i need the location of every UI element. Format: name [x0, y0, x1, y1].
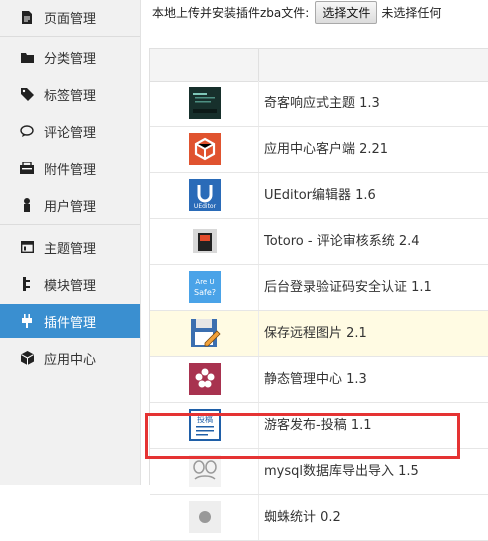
are-you-safe-icon: Are U Safe?	[189, 271, 221, 303]
sidebar-item-label: 模块管理	[44, 278, 97, 294]
table-row: UEditor UEditor编辑器 1.6	[150, 173, 488, 219]
column-divider	[258, 127, 259, 172]
column-divider	[258, 173, 259, 218]
plugin-name: 奇客响应式主题 1.3	[264, 96, 380, 111]
sidebar-item-comments[interactable]: 评论管理	[0, 114, 140, 148]
ueditor-icon: UEditor	[189, 179, 221, 211]
table-row: 保存远程图片 2.1	[150, 311, 488, 357]
sidebar-item-label: 标签管理	[44, 88, 97, 104]
sidebar-item-label: 附件管理	[44, 162, 97, 178]
sidebar-item-users[interactable]: 用户管理	[0, 188, 140, 222]
plugin-name: 后台登录验证码安全认证 1.1	[264, 280, 432, 295]
plugin-name: Totoro - 评论审核系统 2.4	[264, 234, 420, 249]
sidebar-item-app-center[interactable]: 应用中心	[0, 341, 140, 375]
user-icon	[20, 198, 34, 212]
table-row: Are U Safe? 后台登录验证码安全认证 1.1	[150, 265, 488, 311]
sidebar-item-modules[interactable]: 模块管理	[0, 267, 140, 301]
folder-icon	[20, 50, 34, 64]
plugin-icon	[20, 314, 34, 328]
highlight-annotation-box	[145, 413, 460, 459]
sidebar-item-label: 插件管理	[44, 315, 97, 331]
save-remote-image-icon	[189, 317, 221, 349]
plugin-name: 蜘蛛统计 0.2	[264, 510, 341, 525]
sidebar-item-label: 用户管理	[44, 199, 97, 215]
svg-text:Safe?: Safe?	[194, 288, 216, 297]
table-row: 奇客响应式主题 1.3	[150, 81, 488, 127]
attachment-icon	[20, 161, 34, 175]
column-divider	[258, 219, 259, 264]
sidebar-item-pages[interactable]: 页面管理	[0, 0, 140, 34]
totoro-icon	[189, 225, 221, 257]
sidebar-item-categories[interactable]: 分类管理	[0, 40, 140, 74]
svg-text:Are U: Are U	[195, 278, 214, 286]
sidebar-item-plugins[interactable]: 插件管理	[0, 304, 140, 338]
tag-icon	[20, 87, 34, 101]
column-divider	[258, 49, 259, 81]
column-divider	[258, 265, 259, 310]
column-divider	[258, 311, 259, 356]
plugin-name: 静态管理中心 1.3	[264, 372, 367, 387]
choose-file-button[interactable]: 选择文件	[315, 1, 378, 24]
page-icon	[20, 10, 34, 24]
upload-bar: 本地上传并安装插件zba文件: 选择文件 未选择任何	[140, 0, 488, 25]
sidebar-item-label: 分类管理	[44, 51, 97, 67]
theme-thumbnail-icon	[189, 87, 221, 119]
sidebar-item-label: 主题管理	[44, 241, 97, 257]
sidebar-item-attachments[interactable]: 附件管理	[0, 151, 140, 185]
sidebar-item-label: 页面管理	[44, 11, 97, 27]
cube-icon	[20, 351, 34, 365]
upload-label: 本地上传并安装插件zba文件:	[152, 6, 310, 20]
column-divider	[258, 357, 259, 402]
table-row: 静态管理中心 1.3	[150, 357, 488, 403]
table-header	[150, 48, 488, 82]
table-row: Totoro - 评论审核系统 2.4	[150, 219, 488, 265]
table-row: 蜘蛛统计 0.2	[150, 495, 488, 541]
static-center-icon	[189, 363, 221, 395]
module-icon	[20, 277, 34, 291]
sidebar-item-tags[interactable]: 标签管理	[0, 77, 140, 111]
app-center-icon	[189, 133, 221, 165]
comment-icon	[20, 124, 34, 138]
file-status: 未选择任何	[381, 6, 442, 20]
sidebar: 页面管理 分类管理 标签管理 评论管理 附件管理 用户管理 主题管理 模块管理 …	[0, 0, 141, 485]
plugin-name: 保存远程图片 2.1	[264, 326, 367, 341]
sidebar-item-label: 应用中心	[44, 352, 97, 368]
column-divider	[258, 495, 259, 540]
svg-text:UEditor: UEditor	[194, 203, 217, 210]
sidebar-item-themes[interactable]: 主题管理	[0, 230, 140, 264]
divider	[0, 36, 140, 37]
column-divider	[258, 81, 259, 126]
plugin-name: UEditor编辑器 1.6	[264, 188, 376, 203]
table-row: 应用中心客户端 2.21	[150, 127, 488, 173]
sidebar-item-label: 评论管理	[44, 125, 97, 141]
plugin-name: 应用中心客户端 2.21	[264, 142, 389, 157]
spider-stats-icon	[189, 501, 221, 533]
theme-icon	[20, 240, 34, 254]
divider	[0, 224, 140, 225]
mysql-export-icon	[189, 455, 221, 487]
